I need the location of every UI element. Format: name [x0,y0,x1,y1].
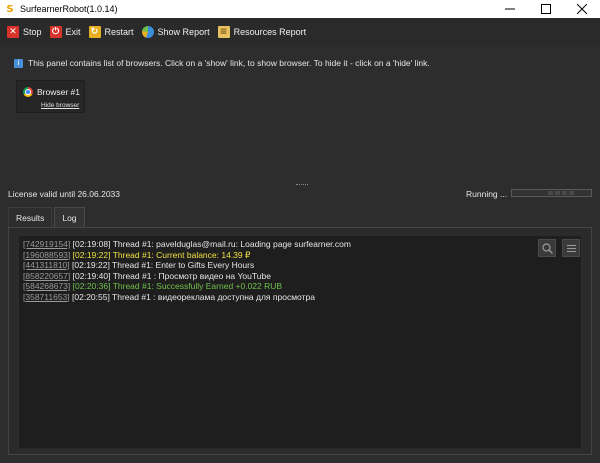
tab-results[interactable]: Results [8,207,53,227]
log-id-link[interactable]: [196088593] [23,250,70,260]
running-status: Running ... [466,189,508,199]
maximize-icon [541,4,551,14]
minimize-button[interactable] [492,0,528,18]
x-icon: ✕ [7,25,19,38]
tab-log[interactable]: Log [54,207,85,227]
log-line: [196088593] [02:19:22] Thread #1: Curren… [23,250,577,261]
log-line: [858220657] [02:19:40] Thread #1 : Просм… [23,271,577,282]
window-title: SurfearnerRobot(1.0.14) [20,4,118,14]
log-time: [02:20:55] [72,291,110,302]
document-icon: ≡ [217,25,230,38]
search-icon [541,242,553,254]
log-id-link[interactable]: [584268673] [23,281,70,291]
tab-bar: Results Log [8,207,87,227]
stop-button[interactable]: ✕ Stop [7,25,42,38]
restart-label: Restart [104,26,134,37]
close-button[interactable] [564,0,600,18]
log-line: [584268673] [02:20:36] Thread #1: Succes… [23,281,577,292]
log-line: [358711653] [02:20:55] Thread #1 : видео… [23,292,577,303]
log-id-link[interactable]: [742919154] [23,239,70,249]
hide-browser-link[interactable]: Hide browser [41,102,79,109]
log-text: Thread #1: Current balance: 14.39 ₽ [112,249,251,260]
progress-block [562,191,567,195]
log-tools [538,239,580,257]
progress-block [548,191,553,195]
close-icon [577,4,587,14]
log-id-link[interactable]: [358711653] [23,292,70,302]
browser-card: Browser #1 Hide browser [16,80,85,113]
chrome-icon [23,87,33,97]
browser-title: Browser #1 [23,87,80,97]
power-icon: ⏻ [49,25,62,38]
app-logo-icon: S [6,3,14,15]
progress-bar [511,189,592,197]
panel-splitter[interactable] [296,184,308,186]
log-time: [02:19:22] [72,260,110,270]
restart-button[interactable]: ↻ Restart [88,25,134,38]
log-line: [742919154] [02:19:08] Thread #1: paveld… [23,239,577,250]
minimize-icon [505,8,515,10]
exit-label: Exit [65,26,81,37]
log-text: Thread #1: pavelduglas@mail.ru: Loading … [112,239,351,249]
toolbar: ✕ Stop ⏻ Exit ↻ Restart Show Report ≡ Re… [0,18,600,45]
log-time: [02:19:40] [72,270,111,281]
log-time: [02:19:08] [72,239,111,249]
log-text: Thread #1: Successfully Earned +0.022 RU… [112,281,283,291]
browser-name: Browser #1 [37,87,80,97]
log-time: [02:19:22] [72,249,111,260]
info-icon: i [14,58,23,68]
window-controls [492,0,600,18]
title-bar: S SurfearnerRobot(1.0.14) [0,0,600,18]
panel-info: i This panel contains list of browsers. … [14,58,430,68]
log-text: Thread #1 : Просмотр видео на YouTube [112,270,271,281]
log-line: [441311810] [02:19:22] Thread #1: Enter … [23,260,577,271]
log-panel: [742919154] [02:19:08] Thread #1: paveld… [8,227,592,455]
log-text: Thread #1 : видеореклама доступна для пр… [112,291,315,302]
log-text: Thread #1: Enter to Gifts Every Hours [112,260,255,270]
progress-block [555,191,560,195]
show-report-button[interactable]: Show Report [141,25,210,38]
show-report-label: Show Report [157,26,210,37]
pie-chart-icon [141,25,154,38]
license-status: License valid until 26.06.2033 [8,189,120,199]
resources-report-button[interactable]: ≡ Resources Report [217,25,307,38]
log-menu-button[interactable] [562,239,580,257]
restart-icon: ↻ [88,25,101,38]
maximize-button[interactable] [528,0,564,18]
resources-report-label: Resources Report [233,26,307,37]
log-output: [742919154] [02:19:08] Thread #1: paveld… [19,236,581,448]
log-time: [02:20:36] [72,281,111,291]
panel-info-text: This panel contains list of browsers. Cl… [28,58,430,68]
exit-button[interactable]: ⏻ Exit [49,25,81,38]
progress-block [569,191,574,195]
log-search-button[interactable] [538,239,556,257]
menu-icon [566,244,576,252]
log-id-link[interactable]: [441311810] [23,260,70,270]
log-id-link[interactable]: [858220657] [23,271,70,281]
stop-label: Stop [23,26,42,37]
